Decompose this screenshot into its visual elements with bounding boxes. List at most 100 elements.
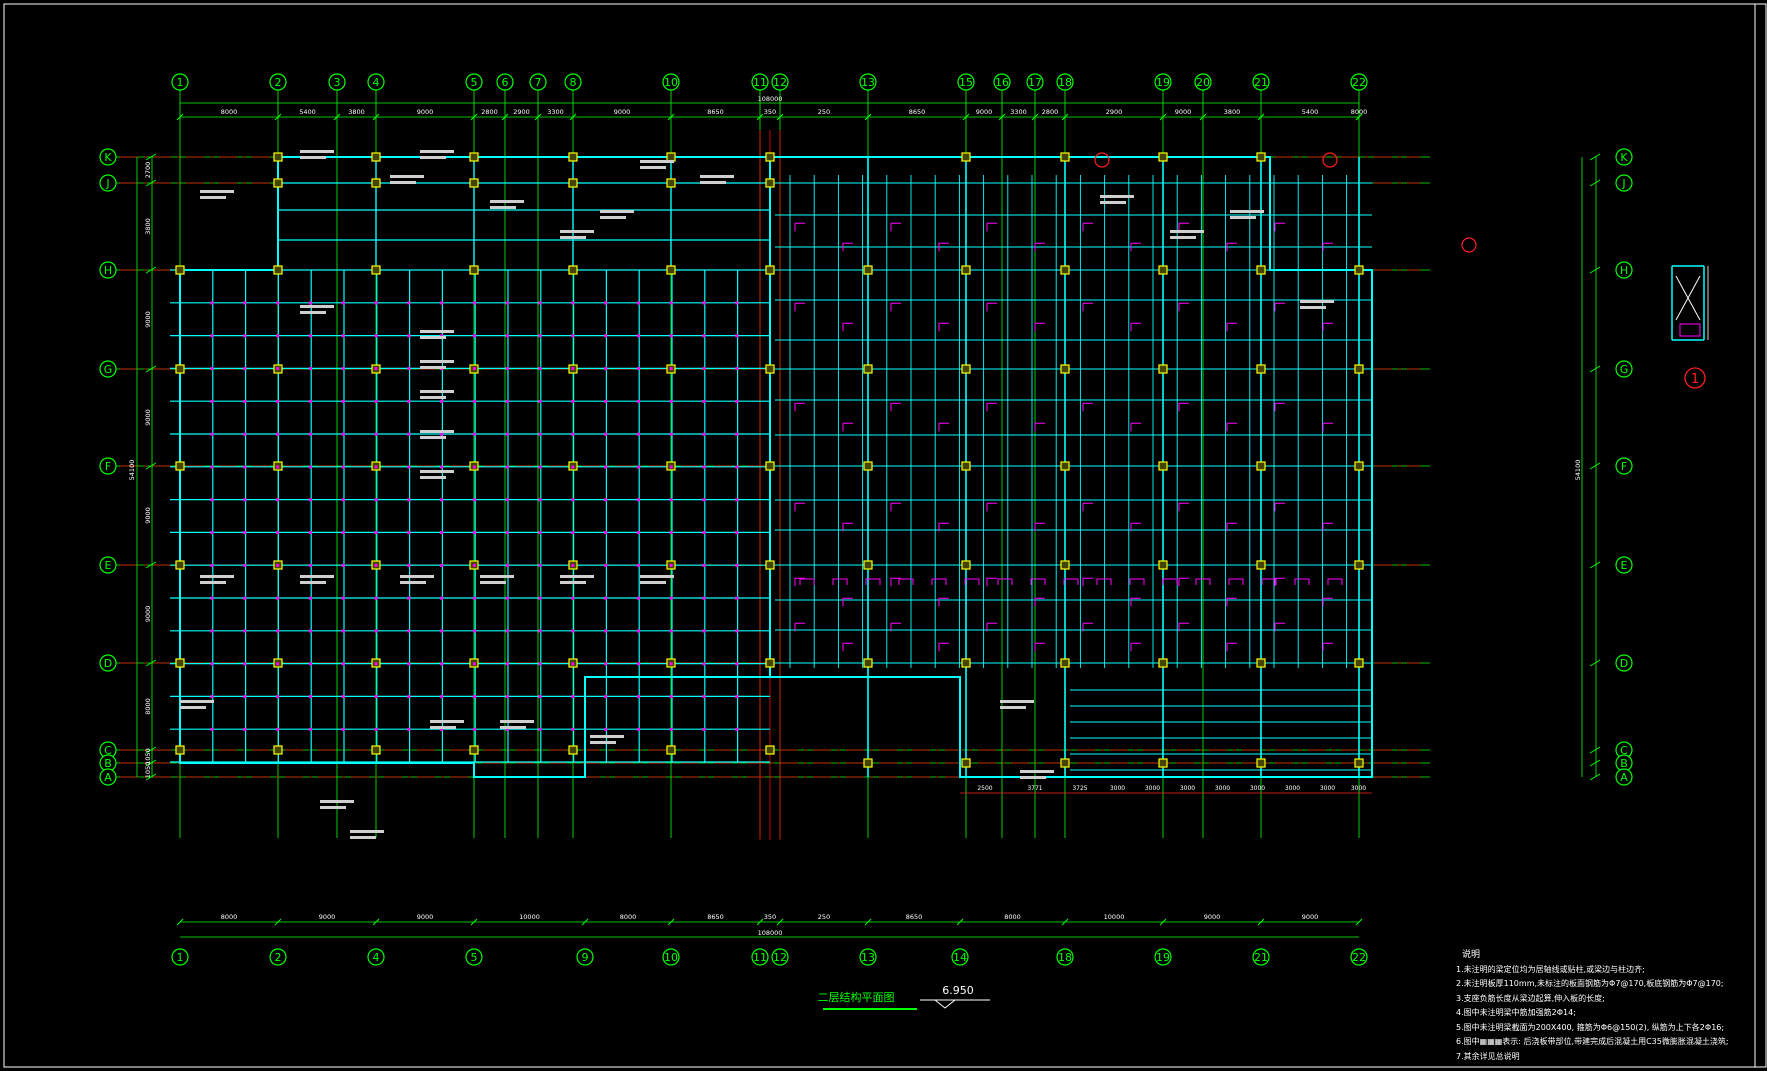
rebar-dot [341,596,345,600]
dimension-top-text: 2800 [1042,108,1059,116]
rebar-dot [472,695,476,699]
rebar-dot [243,727,247,731]
rebar-dot [210,432,214,436]
rebar-dot [341,662,345,666]
structural-column [765,560,775,570]
rebar-dot [735,399,739,403]
rebar-dot [374,367,378,371]
grid-bubble-top-label: 18 [1058,76,1072,89]
annotation-text-mark [420,366,446,369]
grid-bubble-bottom-label: 18 [1058,951,1072,964]
rebar-dot [604,596,608,600]
dimension-top-text: 8000 [221,108,238,116]
rebar-dot [440,531,444,535]
annotation-text-mark [640,575,674,578]
rebar-dot [538,301,542,305]
rebar-dot [243,531,247,535]
dimension-left-text: 9000 [144,507,152,524]
rebar-dot [604,334,608,338]
structural-column [568,265,578,275]
annotation-text-mark [300,311,326,314]
rebar-dot [702,432,706,436]
note-line: 7.其余详见总说明 [1456,1051,1520,1061]
rebar-dot [538,596,542,600]
annotation-text-mark [300,156,326,159]
rebar-dot [210,695,214,699]
rebar-dot [308,596,312,600]
dimension-small-text: 2500 [977,785,992,792]
rebar-dot [702,531,706,535]
rebar-dot [472,596,476,600]
structural-column [666,265,676,275]
structural-column [1158,364,1168,374]
structural-column [469,178,479,188]
rebar-dot [210,662,214,666]
rebar-dot [702,367,706,371]
rebar-dot [636,432,640,436]
dimension-top-text: 2800 [481,108,498,116]
annotation-text-mark [400,575,434,578]
structural-column [1060,758,1070,768]
rebar-dot [702,695,706,699]
grid-bubble-bottom-label: 21 [1254,951,1268,964]
grid-bubble-top-label: 12 [773,76,787,89]
structural-column [666,152,676,162]
annotation-text-mark [300,150,334,153]
dimension-small-text: 3000 [1110,785,1125,792]
dimension-left-text: 3800 [144,218,152,235]
structural-column [469,152,479,162]
dimension-bottom-text: 250 [818,913,830,921]
rebar-dot [440,399,444,403]
structural-column [863,265,873,275]
rebar-dot [210,596,214,600]
dimension-small-text: 3000 [1215,785,1230,792]
structural-column [1158,152,1168,162]
grid-bubble-left-label: J [105,177,109,190]
annotation-text-mark [1170,230,1204,233]
rebar-dot [472,531,476,535]
rebar-dot [210,629,214,633]
grid-bubble-right-label: D [1620,657,1628,670]
rebar-dot [308,727,312,731]
grid-bubble-top-label: 20 [1196,76,1210,89]
rebar-dot [636,498,640,502]
rebar-dot [243,367,247,371]
rebar-dot [276,465,280,469]
dimension-bottom-total: 108000 [758,929,783,937]
rebar-dot [505,531,509,535]
structural-column [469,265,479,275]
annotation-text-mark [640,166,666,169]
grid-bubble-bottom-label: 22 [1352,951,1366,964]
rebar-dot [308,629,312,633]
structural-column [1256,758,1266,768]
annotation-text-mark [420,390,454,393]
rebar-dot [407,662,411,666]
rebar-dot [604,399,608,403]
rebar-dot [243,432,247,436]
annotation-text-mark [500,726,526,729]
structural-column [1354,658,1364,668]
dimension-small-text: 3000 [1180,785,1195,792]
rebar-dot [604,563,608,567]
dimension-top-text: 3300 [1010,108,1027,116]
rebar-dot [210,399,214,403]
rebar-dot [604,498,608,502]
rebar-dot [636,662,640,666]
rebar-dot [308,498,312,502]
dimension-left-text: 1050 [144,762,152,779]
annotation-text-mark [1300,300,1334,303]
annotation-text-mark [200,196,226,199]
structural-column [1060,560,1070,570]
grid-bubble-right-label: G [1620,363,1629,376]
note-line: 3.支座负筋长度从梁边起算,伸入板的长度; [1456,993,1605,1003]
annotation-text-mark [600,210,634,213]
dimension-left-text: 9000 [144,606,152,623]
grid-bubble-top-label: 11 [753,76,767,89]
rebar-dot [407,629,411,633]
grid-bubble-top-label: 8 [570,76,577,89]
grid-bubble-bottom-label: 12 [773,951,787,964]
rebar-dot [505,367,509,371]
rebar-dot [243,662,247,666]
rebar-dot [538,498,542,502]
rebar-dot [505,465,509,469]
